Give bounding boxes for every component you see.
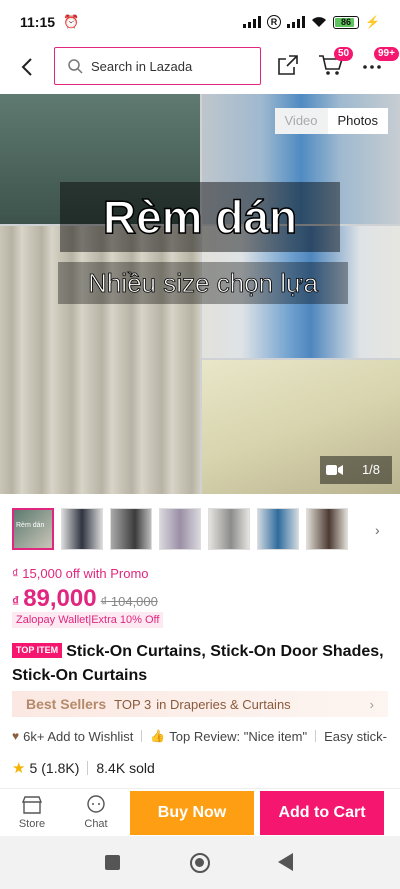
search-input[interactable]: Search in Lazada [54,47,261,85]
thumbnail[interactable]: Rèm dán [12,508,54,550]
cell-signal-icon-2 [287,16,306,28]
back-icon[interactable] [278,853,293,871]
battery-level: 86 [341,17,352,27]
best-sellers-banner[interactable]: Best Sellers TOP 3 in Draperies & Curtai… [12,691,388,717]
buy-now-button[interactable]: Buy Now [130,791,254,835]
info-row: ♥ 6k+ Add to Wishlist 👍 Top Review: "Nic… [12,726,400,746]
video-camera-icon [326,465,343,475]
top-header: Search in Lazada 50 99+ [0,44,400,92]
thumbnail[interactable] [110,508,152,550]
rating-value: 5 [29,760,38,776]
home-icon[interactable] [190,853,210,873]
chat-button[interactable]: Chat [76,795,116,830]
chat-label: Chat [84,818,108,830]
extra-feature: Easy stick- [324,728,387,744]
chevron-right-icon[interactable]: › [375,522,380,538]
status-bar: 11:15 ⏰ R 86 ⚡ [0,0,400,44]
store-icon [21,796,43,814]
cart-badge: 50 [334,47,354,61]
star-icon: ★ [12,760,26,777]
tab-video[interactable]: Video [274,108,328,134]
heart-icon: ♥ [12,729,20,743]
cell-signal-icon [243,16,262,28]
product-title-block: TOP ITEM Stick-On Curtains, Stick-On Door… [12,640,392,688]
wifi-icon [312,17,327,27]
registered-icon: R [267,15,282,29]
thumbnail-label: Rèm dán [16,522,45,529]
divider [315,730,317,742]
rating-count[interactable]: (1.8K) [41,760,79,776]
cart-button[interactable]: 50 [318,47,354,79]
system-nav-bar [0,836,400,889]
media-toggle[interactable]: Video Photos [274,108,388,134]
search-icon [68,59,83,74]
thumbnail[interactable] [159,508,201,550]
current-price: 89,000 [23,585,97,612]
alarm-icon: ⏰ [63,14,80,29]
status-icons: R 86 ⚡ [243,15,380,29]
bottom-action-bar: Store Chat Buy Now Add to Cart [0,788,400,836]
product-title: Stick-On Curtains, Stick-On Door Shades,… [12,643,384,684]
tab-photos[interactable]: Photos [327,108,388,134]
thumbs-up-icon: 👍 [150,729,166,743]
thumbnail[interactable] [306,508,348,550]
back-arrow-icon[interactable] [16,55,40,79]
add-to-cart-button[interactable]: Add to Cart [260,791,384,835]
currency-symbol: ₫ [12,593,20,609]
battery-icon: 86 [333,15,360,29]
price-row: ₫ 89,000 ₫ 104,000 [12,585,158,613]
sold-count: 8.4K sold [96,760,155,776]
thumbnail[interactable] [61,508,103,550]
chat-icon [87,795,105,813]
status-time: 11:15 [20,14,56,30]
recent-apps-icon[interactable] [105,855,120,870]
wishlist-count: 6k+ Add to Wishlist [23,728,134,744]
thumbnail-strip: Rèm dán [12,508,400,552]
promo-text: ₫ 15,000 off with Promo [12,566,149,581]
share-icon[interactable] [276,53,300,77]
wallet-promo-tag[interactable]: Zalopay Wallet|Extra 10% Off [12,612,164,628]
top-item-badge: TOP ITEM [12,643,63,658]
overlay-title: Rèm dán [60,182,340,252]
video-play-button[interactable] [320,456,350,484]
store-label: Store [18,818,46,830]
rating-row: ★ 5 (1.8K) 8.4K sold [12,756,392,780]
image-counter: 1/8 [350,456,392,484]
chevron-right-icon: › [369,696,374,712]
divider [87,761,89,775]
search-placeholder: Search in Lazada [91,58,193,74]
more-badge: 99+ [374,47,399,61]
best-sellers-rank: TOP 3 [114,696,152,712]
original-price: ₫ 104,000 [100,594,158,609]
charging-icon: ⚡ [365,15,380,29]
store-button[interactable]: Store [12,795,52,830]
thumbnail[interactable] [257,508,299,550]
best-sellers-category: in Draperies & Curtains [156,696,291,712]
divider [141,730,143,742]
more-button[interactable]: 99+ [362,47,399,77]
thumbnail[interactable] [208,508,250,550]
best-sellers-label: Best Sellers [26,696,107,712]
overlay-subtitle: Nhiều size chọn lựa [58,262,348,304]
product-gallery[interactable]: Video Photos Rèm dán Nhiều size chọn lựa… [0,94,400,494]
top-review[interactable]: Top Review: "Nice item" [169,729,307,744]
